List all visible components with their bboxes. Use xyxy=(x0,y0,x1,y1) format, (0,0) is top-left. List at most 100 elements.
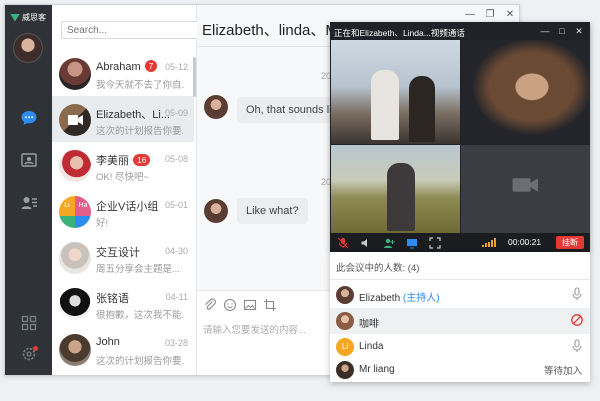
video-toolbar: 00:00:21 挂断 xyxy=(330,233,590,252)
conversation-name: 交互设计 xyxy=(96,247,140,259)
participants-header: 此会议中的人数: (4) xyxy=(336,263,420,274)
participant-name: Elizabeth (主持人) xyxy=(359,293,440,304)
conversation-time: 05-12 xyxy=(164,62,188,72)
video-tile[interactable] xyxy=(331,40,460,144)
video-close-button[interactable]: ✕ xyxy=(573,25,585,37)
fullscreen-icon[interactable] xyxy=(429,237,441,249)
unread-badge: 7 xyxy=(144,60,158,72)
close-button[interactable]: ✕ xyxy=(502,8,518,22)
avatar xyxy=(59,150,91,182)
mic-muted-icon[interactable] xyxy=(337,237,349,249)
video-call-icon xyxy=(68,115,83,125)
group-avatar-cell xyxy=(75,215,91,228)
participant-figure xyxy=(387,163,415,231)
settings-notification-dot xyxy=(33,346,38,351)
conversation-item[interactable]: Abraham 7 05-12 我今天就不去了你自... xyxy=(52,50,194,96)
conversation-preview: 我今天就不去了你自... xyxy=(96,80,184,91)
mic-icon[interactable] xyxy=(570,287,584,301)
conversation-name: 李美丽 16 xyxy=(96,152,151,168)
conversation-time: 05-09 xyxy=(164,108,188,118)
avatar xyxy=(59,242,91,274)
conversation-preview: 好! xyxy=(96,218,109,229)
add-participant-icon[interactable] xyxy=(383,237,395,249)
avatar xyxy=(336,361,354,379)
conversation-time: 04-30 xyxy=(164,246,188,256)
group-avatar-cell: Ha xyxy=(75,196,91,216)
group-avatar: Li Ha xyxy=(59,196,91,228)
conversation-item[interactable]: 交互设计 04-30 周五分享会主题是... xyxy=(52,234,194,280)
screen-share-icon[interactable] xyxy=(406,237,418,249)
chat-icon[interactable] xyxy=(19,109,39,127)
conversation-item[interactable]: John 03-28 这次的计划报告你要... xyxy=(52,326,194,372)
participant-name: 咖啡 xyxy=(359,319,379,330)
app-sidebar: 威思客 xyxy=(5,5,52,375)
search-row: + xyxy=(61,21,221,41)
image-icon[interactable] xyxy=(243,298,257,312)
avatar xyxy=(59,58,91,90)
user-list-icon[interactable] xyxy=(19,194,39,212)
divider xyxy=(330,279,590,280)
camera-off-icon xyxy=(512,178,538,192)
video-call-title: 正在和Elizabeth、Linda...视频通话 xyxy=(334,28,465,38)
conversation-item[interactable]: 李美丽 16 05-08 OK! 尽快吧~ xyxy=(52,142,194,188)
conversation-item[interactable]: Elizabeth、Li... 05-09 这次的计划报告你要... xyxy=(52,96,194,142)
muted-icon[interactable] xyxy=(570,313,584,327)
video-maximize-button[interactable]: □ xyxy=(556,25,568,37)
video-call-window: 正在和Elizabeth、Linda...视频通话 — □ ✕ 00:00:21… xyxy=(330,22,590,252)
app-logo: 威思客 xyxy=(10,12,46,23)
conversation-name: Abraham 7 xyxy=(96,60,158,73)
conversation-preview: 这次的计划报告你要... xyxy=(96,356,184,367)
participant-row[interactable]: 咖啡 xyxy=(330,308,590,334)
my-avatar[interactable] xyxy=(13,33,43,63)
maximize-button[interactable]: ❐ xyxy=(482,8,498,22)
participant-status: 等待加入 xyxy=(543,366,582,377)
message-input[interactable]: 请输入您要发送的内容... xyxy=(203,322,306,336)
search-input[interactable] xyxy=(61,21,205,39)
avatar xyxy=(59,104,91,136)
group-avatar-cell: Li xyxy=(59,196,75,216)
participant-figure xyxy=(371,70,399,140)
conversation-preview: OK! 尽快吧~ xyxy=(96,172,150,183)
conversation-item[interactable]: Li Ha 企业V话小组 05-01 好! xyxy=(52,188,194,234)
conversation-time: 05-08 xyxy=(164,154,188,164)
conversation-name: Elizabeth、Li... xyxy=(96,109,170,121)
video-tile[interactable] xyxy=(331,145,460,233)
settings-icon[interactable] xyxy=(19,345,39,363)
message-bubble: Like what? xyxy=(237,198,308,224)
hangup-button[interactable]: 挂断 xyxy=(556,236,584,249)
screenshot-crop-icon[interactable] xyxy=(263,298,277,312)
list-scrollbar[interactable] xyxy=(193,57,196,97)
minimize-button[interactable]: — xyxy=(462,8,478,22)
mic-icon[interactable] xyxy=(570,339,584,353)
conversation-time: 04-11 xyxy=(165,292,188,302)
conversation-time: 05-01 xyxy=(164,200,188,210)
emoji-icon[interactable] xyxy=(223,298,237,312)
contacts-card-icon[interactable] xyxy=(19,151,39,169)
participant-row[interactable]: Mr liang 等待加入 xyxy=(330,357,590,383)
speaker-icon[interactable] xyxy=(360,237,372,249)
avatar xyxy=(336,286,354,304)
participants-panel: 此会议中的人数: (4) Elizabeth (主持人) 咖啡 Li Linda… xyxy=(330,252,590,382)
avatar xyxy=(59,334,91,366)
participant-row[interactable]: Elizabeth (主持人) xyxy=(330,282,590,308)
conversation-name: 企业V话小组 xyxy=(96,201,159,213)
sender-avatar xyxy=(204,199,228,223)
video-tile-camera-off[interactable] xyxy=(461,145,590,233)
conversation-name: John xyxy=(96,336,120,348)
conversation-item[interactable]: 张铭语 04-11 很抱歉，这次我不能... xyxy=(52,280,194,326)
video-tile[interactable] xyxy=(461,40,590,144)
group-avatar-cell xyxy=(59,215,75,228)
participant-figure xyxy=(409,76,435,142)
participant-name: Linda xyxy=(359,341,384,352)
conversation-name: 张铭语 xyxy=(96,293,129,305)
video-minimize-button[interactable]: — xyxy=(539,25,551,37)
apps-grid-icon[interactable] xyxy=(19,314,39,332)
conversation-time: 03-28 xyxy=(164,338,188,348)
attachment-icon[interactable] xyxy=(203,298,217,312)
avatar-initials: Li xyxy=(336,338,354,356)
unread-badge: 16 xyxy=(133,154,151,166)
conversation-preview: 很抱歉，这次我不能... xyxy=(96,310,184,321)
signal-strength-icon xyxy=(482,238,496,247)
call-timer: 00:00:21 xyxy=(508,237,542,247)
conversation-preview: 周五分享会主题是... xyxy=(96,264,180,275)
